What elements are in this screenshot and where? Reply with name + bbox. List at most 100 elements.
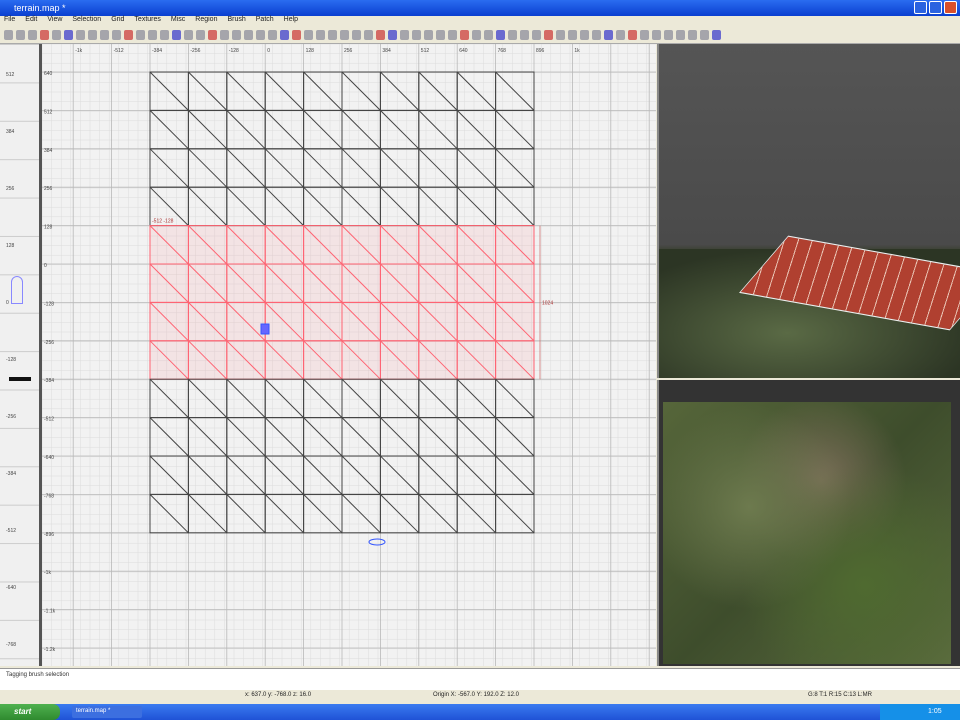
toolbar-button[interactable] (76, 30, 85, 40)
status-bar: x: 637.0 y: -768.0 z: 16.0 Origin X: -56… (0, 690, 960, 702)
menu-patch[interactable]: Patch (256, 16, 274, 28)
toolbar-button[interactable] (52, 30, 61, 40)
toolbar-button[interactable] (232, 30, 241, 40)
z-view[interactable]: 512 384 256 128 0 -128 -256 -384 -512 -640 -768 (0, 44, 42, 666)
toolbar-button[interactable] (400, 30, 409, 40)
toolbar-button[interactable] (484, 30, 493, 40)
toolbar-button[interactable] (16, 30, 25, 40)
patch-diagonal (495, 378, 535, 418)
menu-misc[interactable]: Misc (171, 16, 185, 28)
toolbar-button[interactable] (64, 30, 73, 40)
toolbar-button[interactable] (652, 30, 661, 40)
patch-diagonal (341, 148, 381, 188)
toolbar-button[interactable] (472, 30, 481, 40)
toolbar-button[interactable] (580, 30, 589, 40)
close-button[interactable] (944, 1, 957, 14)
toolbar-button[interactable] (388, 30, 397, 40)
menu-selection[interactable]: Selection (72, 16, 101, 28)
minimize-button[interactable] (914, 1, 927, 14)
grid-canvas[interactable]: -1k -512 -384 -256 -128 0 128 256 384 512 640 768 89… (42, 44, 656, 666)
x-ruler-label: 896 (536, 48, 545, 54)
toolbar-button[interactable] (460, 30, 469, 40)
toolbar-button[interactable] (676, 30, 685, 40)
toolbar-button[interactable] (4, 30, 13, 40)
toolbar-button[interactable] (424, 30, 433, 40)
brush-z-marker (9, 377, 31, 381)
toolbar-button[interactable] (340, 30, 349, 40)
toolbar-button[interactable] (220, 30, 229, 40)
camera-icon[interactable] (260, 323, 270, 335)
toolbar-button[interactable] (508, 30, 517, 40)
toolbar-button[interactable] (268, 30, 277, 40)
toolbar-button[interactable] (688, 30, 697, 40)
toolbar-button[interactable] (112, 30, 121, 40)
terrain-texture[interactable] (663, 402, 951, 664)
toolbar-button[interactable] (616, 30, 625, 40)
toolbar-button[interactable] (604, 30, 613, 40)
patch-diagonal (264, 378, 304, 418)
toolbar-button[interactable] (376, 30, 385, 40)
camera-view[interactable] (657, 44, 960, 378)
patch-diagonal (380, 148, 420, 188)
menu-help[interactable]: Help (284, 16, 298, 28)
menu-region[interactable]: Region (195, 16, 217, 28)
toolbar-button[interactable] (448, 30, 457, 40)
maximize-button[interactable] (929, 1, 942, 14)
patch-handle-icon[interactable] (368, 538, 386, 546)
menu-edit[interactable]: Edit (25, 16, 37, 28)
patch-diagonal (264, 186, 304, 226)
toolbar-button[interactable] (568, 30, 577, 40)
toolbar-button[interactable] (520, 30, 529, 40)
texture-browser[interactable] (657, 380, 960, 666)
toolbar-button[interactable] (364, 30, 373, 40)
toolbar-button[interactable] (328, 30, 337, 40)
toolbar-button[interactable] (496, 30, 505, 40)
toolbar-button[interactable] (700, 30, 709, 40)
patch-diagonal (264, 417, 304, 457)
toolbar-button[interactable] (436, 30, 445, 40)
toolbar-button[interactable] (280, 30, 289, 40)
toolbar-button[interactable] (88, 30, 97, 40)
xy-view[interactable]: -1k -512 -384 -256 -128 0 128 256 384 512 640 768 89… (42, 44, 656, 666)
toolbar-button[interactable] (136, 30, 145, 40)
toolbar-button[interactable] (148, 30, 157, 40)
menu-file[interactable]: File (4, 16, 15, 28)
x-ruler-label: 512 (421, 48, 430, 54)
toolbar-button[interactable] (412, 30, 421, 40)
toolbar-button[interactable] (124, 30, 133, 40)
toolbar-button[interactable] (664, 30, 673, 40)
toolbar-button[interactable] (100, 30, 109, 40)
toolbar-button[interactable] (160, 30, 169, 40)
toolbar-button[interactable] (592, 30, 601, 40)
toolbar-button[interactable] (196, 30, 205, 40)
toolbar-button[interactable] (172, 30, 181, 40)
toolbar-button[interactable] (244, 30, 253, 40)
toolbar-button[interactable] (532, 30, 541, 40)
toolbar-button[interactable] (256, 30, 265, 40)
menu-brush[interactable]: Brush (227, 16, 245, 28)
toolbar-button[interactable] (556, 30, 565, 40)
toolbar-button[interactable] (208, 30, 217, 40)
toolbar-button[interactable] (712, 30, 721, 40)
patch-diagonal (495, 110, 535, 150)
menu-textures[interactable]: Textures (134, 16, 160, 28)
toolbar-button[interactable] (640, 30, 649, 40)
y-ruler-label: -128 (44, 301, 54, 307)
toolbar-button[interactable] (184, 30, 193, 40)
camera-z-icon[interactable] (11, 276, 23, 304)
toolbar-button[interactable] (304, 30, 313, 40)
menu-grid[interactable]: Grid (111, 16, 124, 28)
menu-view[interactable]: View (47, 16, 62, 28)
toolbar-button[interactable] (28, 30, 37, 40)
taskbar-item[interactable]: terrain.map * (72, 706, 142, 718)
toolbar-button[interactable] (352, 30, 361, 40)
start-button[interactable]: start (0, 704, 60, 720)
x-ruler-label: 1k (574, 48, 580, 54)
patch-diagonal (303, 417, 343, 457)
toolbar-button[interactable] (292, 30, 301, 40)
toolbar-button[interactable] (544, 30, 553, 40)
patch-diagonal (456, 148, 496, 188)
toolbar-button[interactable] (628, 30, 637, 40)
toolbar-button[interactable] (316, 30, 325, 40)
toolbar-button[interactable] (40, 30, 49, 40)
